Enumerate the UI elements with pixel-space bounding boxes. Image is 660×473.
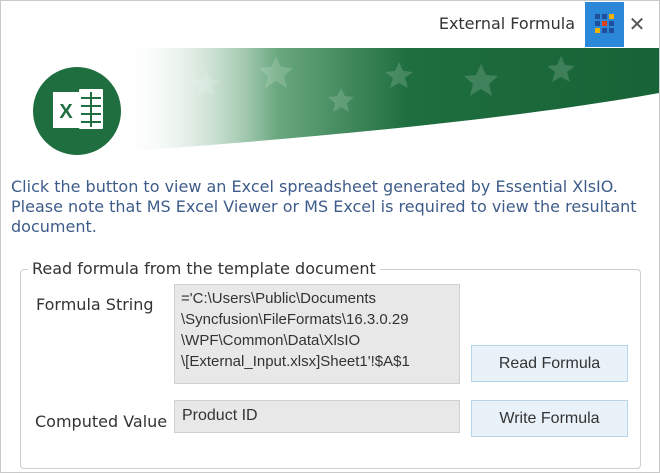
computed-value-label: Computed Value	[35, 412, 168, 431]
write-formula-button[interactable]: Write Formula	[471, 400, 628, 437]
app-window: External Formula ✕ X Click the button to…	[0, 0, 660, 473]
title-bar: External Formula ✕	[1, 1, 659, 48]
description-line-3: document.	[11, 217, 97, 236]
header-banner: X	[1, 48, 659, 158]
formula-string-label: Formula String	[36, 295, 154, 314]
svg-text:X: X	[59, 101, 73, 123]
computed-value-field[interactable]: Product ID	[174, 400, 460, 433]
excel-logo-icon: X	[33, 67, 121, 155]
banner-graphic: X	[1, 48, 659, 155]
close-icon: ✕	[628, 12, 646, 36]
app-menu-button[interactable]	[585, 2, 624, 47]
description-line-2: Please note that MS Excel Viewer or MS E…	[11, 197, 637, 216]
close-button[interactable]: ✕	[625, 11, 649, 37]
window-title: External Formula	[438, 14, 575, 33]
description-line-1: Click the button to view an Excel spread…	[11, 177, 618, 196]
read-formula-button[interactable]: Read Formula	[471, 345, 628, 382]
grid-app-icon	[595, 14, 614, 33]
group-legend: Read formula from the template document	[28, 259, 380, 278]
description-text: Click the button to view an Excel spread…	[11, 177, 660, 237]
formula-string-field[interactable]: ='C:\Users\Public\Documents \Syncfusion\…	[174, 284, 460, 384]
